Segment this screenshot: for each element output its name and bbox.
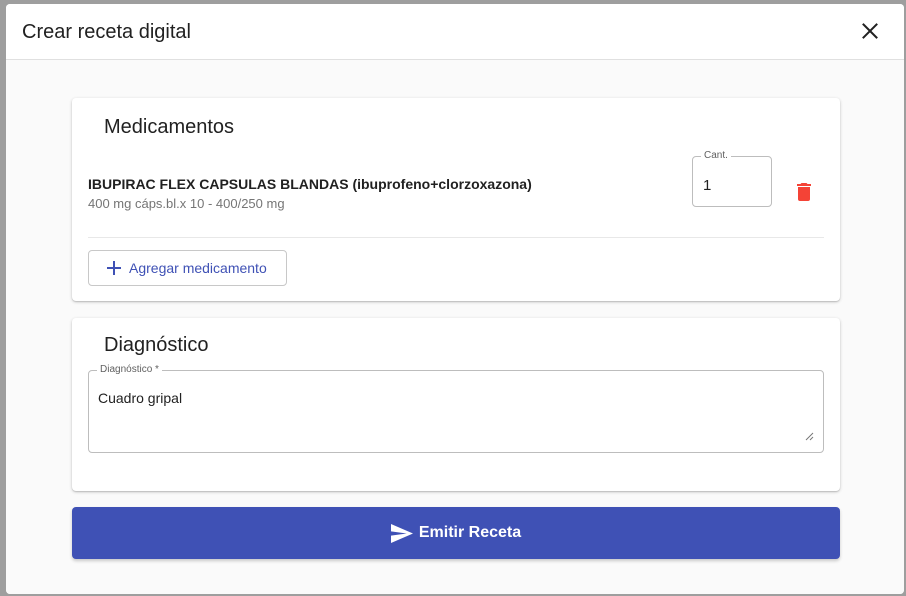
quantity-label: Cant.	[701, 150, 731, 162]
quantity-field: Cant.	[692, 150, 772, 207]
medication-name: IBUPIRAC FLEX CAPSULAS BLANDAS (ibuprofe…	[88, 176, 532, 192]
resize-handle-icon[interactable]	[805, 432, 814, 441]
close-icon	[862, 23, 878, 39]
medications-title: Medicamentos	[104, 116, 235, 138]
dialog-title: Crear receta digital	[22, 21, 191, 43]
medications-card: Medicamentos IBUPIRAC FLEX CAPSULAS BLAN…	[72, 98, 840, 301]
diagnosis-field: Diagnóstico * Cuadro gripal	[88, 364, 824, 453]
medication-detail: 400 mg cáps.bl.x 10 - 400/250 mg	[88, 196, 285, 211]
emit-prescription-button[interactable]: Emitir Receta	[72, 507, 840, 559]
send-icon	[390, 523, 413, 543]
add-medication-label: Agregar medicamento	[129, 260, 267, 276]
divider	[88, 237, 824, 238]
diagnosis-card: Diagnóstico Diagnóstico * Cuadro gripal	[72, 318, 840, 491]
quantity-input[interactable]	[703, 175, 763, 195]
diagnosis-input[interactable]: Cuadro gripal	[98, 389, 814, 441]
add-medication-button[interactable]: Agregar medicamento	[88, 250, 287, 286]
plus-icon	[107, 261, 121, 275]
diagnosis-title: Diagnóstico	[104, 334, 209, 356]
dialog-header: Crear receta digital	[6, 4, 904, 60]
diagnosis-label: Diagnóstico *	[97, 364, 162, 376]
trash-icon	[797, 183, 811, 201]
delete-medication-button[interactable]	[792, 180, 816, 204]
emit-prescription-label: Emitir Receta	[418, 524, 522, 541]
dialog: Crear receta digital Medicamentos IBUPIR…	[6, 4, 904, 594]
close-button[interactable]	[856, 17, 884, 45]
